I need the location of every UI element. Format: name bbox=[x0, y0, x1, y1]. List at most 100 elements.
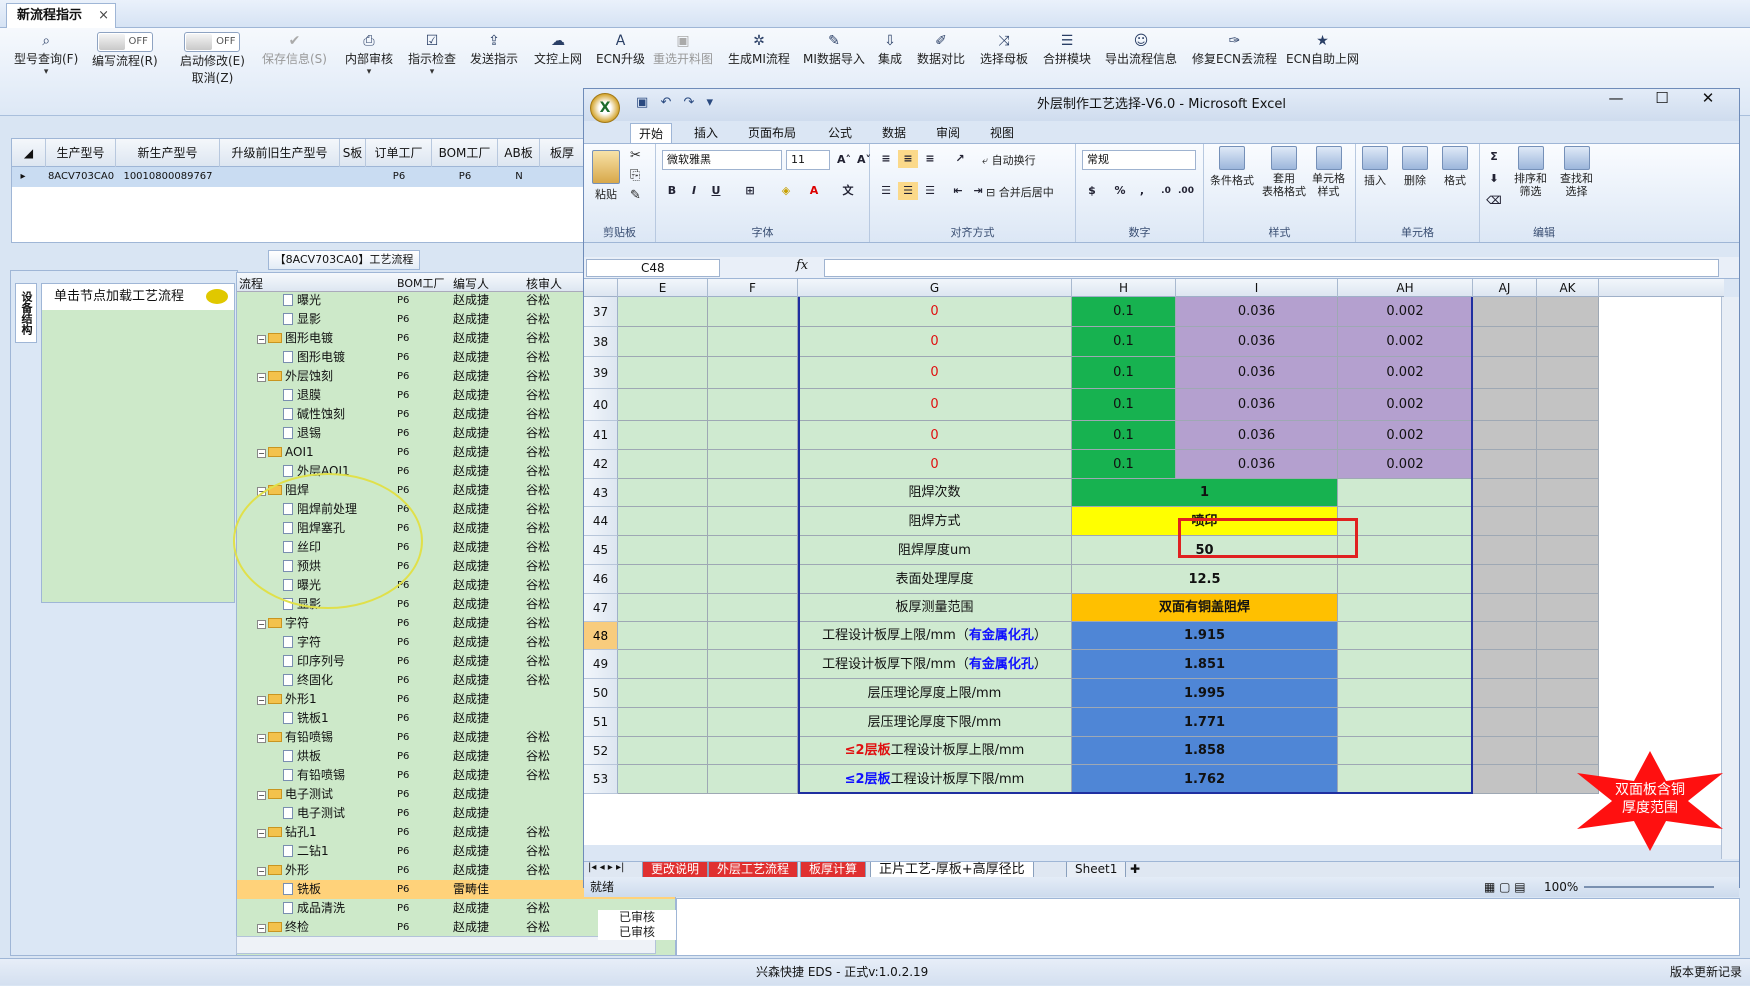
tab-view[interactable]: 视图 bbox=[982, 123, 1022, 143]
save-icon[interactable]: ▣ bbox=[636, 95, 648, 110]
cell-ah[interactable]: 0.002 bbox=[1338, 421, 1473, 450]
param-value[interactable]: 1.915 bbox=[1072, 622, 1338, 650]
param-label[interactable]: 阻焊次数 bbox=[798, 479, 1072, 507]
row-header[interactable]: 41 bbox=[584, 421, 618, 450]
param-label[interactable]: 阻焊方式 bbox=[798, 507, 1072, 536]
cell-aj[interactable] bbox=[1473, 297, 1537, 327]
cell-ak[interactable] bbox=[1537, 594, 1599, 622]
generate-mi-flow-button[interactable]: ✲ 生成MI流程 bbox=[728, 32, 790, 67]
cell-g[interactable]: 0 bbox=[798, 357, 1072, 389]
cell-aj[interactable] bbox=[1473, 622, 1537, 650]
param-value[interactable]: 1.762 bbox=[1072, 765, 1338, 794]
param-label[interactable]: 阻焊厚度um bbox=[798, 536, 1072, 565]
toggle-switch[interactable]: OFF bbox=[184, 32, 241, 52]
sheet-nav-icon[interactable]: |◂ ◂ ▸ ▸| bbox=[588, 862, 624, 873]
cell-e[interactable] bbox=[618, 594, 708, 622]
cell-ah[interactable] bbox=[1338, 479, 1473, 507]
sheet-tab-active[interactable]: 正片工艺-厚板+高厚径比 bbox=[870, 862, 1034, 878]
sheet-tab[interactable]: Sheet1 bbox=[1066, 862, 1127, 878]
cell-e[interactable] bbox=[618, 650, 708, 679]
fx-icon[interactable]: fx bbox=[796, 258, 808, 273]
cell-e[interactable] bbox=[618, 421, 708, 450]
office-button[interactable]: X bbox=[590, 93, 620, 123]
format-painter-icon[interactable]: ✎ bbox=[630, 188, 641, 203]
column-header[interactable]: 生产型号 bbox=[46, 139, 116, 167]
cell-ah[interactable]: 0.002 bbox=[1338, 450, 1473, 479]
cell-ah[interactable] bbox=[1338, 565, 1473, 594]
cell-ak[interactable] bbox=[1537, 737, 1599, 765]
cell-f[interactable] bbox=[708, 327, 798, 357]
format-as-table-button[interactable]: 套用 表格格式 bbox=[1262, 146, 1306, 198]
merge-module-button[interactable]: ☰ 合拼模块 bbox=[1043, 32, 1091, 67]
align-middle-icon[interactable]: ≡ bbox=[898, 150, 918, 168]
cut-icon[interactable]: ✂ bbox=[630, 148, 641, 163]
undo-icon[interactable]: ↶ bbox=[660, 95, 671, 110]
select-mother-board-button[interactable]: ⤨ 选择母板 bbox=[980, 32, 1028, 67]
row-header[interactable]: 45 bbox=[584, 536, 618, 565]
cell-f[interactable] bbox=[708, 622, 798, 650]
view-icons[interactable]: ▦ ▢ ▤ bbox=[1484, 877, 1526, 897]
fill-color-icon[interactable]: ◈ bbox=[776, 182, 796, 200]
param-value[interactable]: 12.5 bbox=[1072, 565, 1338, 594]
align-left-icon[interactable]: ☰ bbox=[876, 182, 896, 200]
save-info-button[interactable]: ✔ 保存信息(S) bbox=[262, 32, 327, 67]
close-icon[interactable]: ✕ bbox=[1685, 89, 1731, 107]
cell-styles-button[interactable]: 单元格 样式 bbox=[1312, 146, 1345, 198]
row-header[interactable]: 43 bbox=[584, 479, 618, 507]
param-label[interactable]: 工程设计板厚下限/mm（有金属化孔） bbox=[798, 650, 1072, 679]
wrap-text-button[interactable]: ⤶ 自动换行 bbox=[982, 152, 1036, 168]
orientation-icon[interactable]: ↗ bbox=[950, 150, 970, 168]
tab-home[interactable]: 开始 bbox=[630, 123, 673, 143]
cell-ak[interactable] bbox=[1537, 679, 1599, 708]
conditional-format-button[interactable]: 条件格式 bbox=[1210, 146, 1254, 188]
reselect-cutting-button[interactable]: ▣ 重选开料图 bbox=[653, 32, 713, 67]
copy-icon[interactable]: ⎘ bbox=[630, 168, 640, 183]
row-header[interactable]: 37 bbox=[584, 297, 618, 327]
merge-center-button[interactable]: ⊟ 合并后居中 bbox=[986, 184, 1054, 200]
param-label[interactable]: 板厚测量范围 bbox=[798, 594, 1072, 622]
cell-aj[interactable] bbox=[1473, 327, 1537, 357]
cell-f[interactable] bbox=[708, 297, 798, 327]
row-header[interactable]: 38 bbox=[584, 327, 618, 357]
grid-cell[interactable]: P6 bbox=[366, 167, 432, 187]
cell-aj[interactable] bbox=[1473, 737, 1537, 765]
cell-e[interactable] bbox=[618, 357, 708, 389]
cell-e[interactable] bbox=[618, 679, 708, 708]
row-header[interactable]: 47 bbox=[584, 594, 618, 622]
cell-e[interactable] bbox=[618, 536, 708, 565]
cell-ah[interactable] bbox=[1338, 507, 1473, 536]
param-value[interactable]: 1.995 bbox=[1072, 679, 1338, 708]
align-center-icon[interactable]: ☰ bbox=[898, 182, 918, 200]
param-label[interactable]: 工程设计板厚上限/mm（有金属化孔） bbox=[798, 622, 1072, 650]
find-select-button[interactable]: 查找和 选择 bbox=[1560, 146, 1593, 198]
redo-icon[interactable]: ↷ bbox=[683, 95, 694, 110]
cell-i[interactable]: 0.036 bbox=[1176, 327, 1338, 357]
expand-icon[interactable]: − bbox=[257, 867, 266, 876]
format-cells-button[interactable]: 格式 bbox=[1442, 146, 1468, 188]
column-header[interactable]: 新生产型号 bbox=[116, 139, 220, 167]
column-header[interactable]: AB板 bbox=[498, 139, 540, 167]
row-header[interactable]: 46 bbox=[584, 565, 618, 594]
cell-f[interactable] bbox=[708, 565, 798, 594]
italic-button[interactable]: I bbox=[684, 182, 704, 200]
cell-ah[interactable]: 0.002 bbox=[1338, 389, 1473, 421]
cell-g[interactable]: 0 bbox=[798, 389, 1072, 421]
expand-icon[interactable]: − bbox=[257, 829, 266, 838]
internal-review-button[interactable]: ⎙ 内部审核 ▾ bbox=[345, 32, 393, 77]
cell-ah[interactable]: 0.002 bbox=[1338, 357, 1473, 389]
cell-e[interactable] bbox=[618, 507, 708, 536]
expand-icon[interactable]: − bbox=[257, 620, 266, 629]
param-value[interactable]: 双面有铜盖阻焊 bbox=[1072, 594, 1338, 622]
font-name-select[interactable]: 微软雅黑 bbox=[662, 150, 782, 170]
cell-aj[interactable] bbox=[1473, 708, 1537, 737]
column-header[interactable]: H bbox=[1072, 279, 1176, 297]
column-header[interactable]: AJ bbox=[1473, 279, 1537, 297]
cell-aj[interactable] bbox=[1473, 421, 1537, 450]
repair-ecn-button[interactable]: ✑ 修复ECN丢流程 bbox=[1192, 32, 1277, 67]
cell-g[interactable]: 0 bbox=[798, 421, 1072, 450]
column-header[interactable]: S板 bbox=[340, 139, 366, 167]
data-compare-button[interactable]: ✐ 数据对比 bbox=[917, 32, 965, 67]
table-row[interactable]: ▸ 8ACV703CA0 10010800089767 P6 P6 N bbox=[12, 167, 585, 187]
column-header[interactable]: 板厚 bbox=[540, 139, 585, 167]
cell-g[interactable]: 0 bbox=[798, 450, 1072, 479]
